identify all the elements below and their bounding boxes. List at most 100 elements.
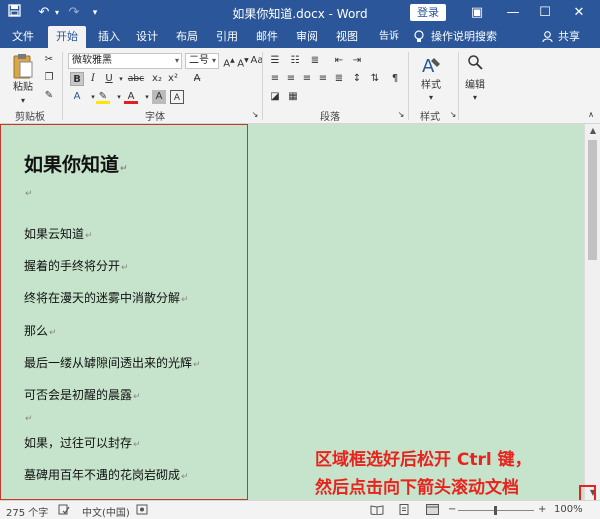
search-icon[interactable] [466,54,484,72]
show-marks-icon[interactable]: ¶ [388,72,402,86]
tab-references[interactable]: 引用 [212,26,242,48]
zoom-out-icon[interactable]: − [448,504,456,515]
zoom-level[interactable]: 100% [554,504,583,515]
word-count[interactable]: 275 个字 [6,504,48,519]
tab-layout[interactable]: 布局 [172,26,202,48]
doc-line[interactable]: 终将在漫天的迷雾中消散分解↵ [24,289,189,306]
language-indicator[interactable]: 中文(中国) [82,504,130,519]
paste-icon[interactable] [12,52,34,80]
distributed-icon[interactable]: ≣ [332,72,346,86]
line-text: 可否会是初醒的晨露 [24,388,133,402]
login-button[interactable]: 登录 [410,4,446,21]
collapse-ribbon-icon[interactable]: ∧ [584,108,598,122]
paragraph-mark: ↵ [133,392,141,402]
align-left-icon[interactable]: ≡ [268,72,282,86]
dialog-launcher-icon[interactable]: ↘ [248,108,262,122]
char-border-icon[interactable]: A [170,90,184,104]
superscript-button[interactable]: x² [166,72,180,86]
clear-formatting-icon[interactable]: A̶ [190,72,204,86]
strikethrough-button[interactable]: abc [126,72,146,86]
doc-line[interactable]: ↵ [24,185,33,199]
scroll-thumb[interactable] [588,140,597,260]
document-canvas[interactable]: 如果你知道↵ ↵ 如果云知道↵ 握着的手终将分开↵ 终将在漫天的迷雾中消散分解↵… [0,124,584,500]
tab-tell-me[interactable]: 告诉我… [370,26,408,64]
scroll-up-arrow-icon[interactable]: ▲ [585,124,600,138]
paragraph-mark: ↵ [85,231,93,241]
editing-dropdown-icon[interactable]: ▾ [462,91,488,105]
sort-icon[interactable]: ⇅ [368,72,382,86]
paste-button[interactable]: 粘贴 [10,81,36,95]
tell-me-search[interactable]: 操作说明搜索 [430,26,498,48]
tab-mailings[interactable]: 邮件 [252,26,282,48]
undo-dropdown-icon[interactable]: ▾ [52,4,62,22]
decrease-indent-icon[interactable]: ⇤ [332,54,346,68]
bullets-icon[interactable]: ☰ [268,54,282,68]
font-name-value: 微软雅黑 [72,55,112,66]
doc-line[interactable]: 可否会是初醒的晨露↵ [24,386,141,403]
undo-icon[interactable]: ↶ [36,4,52,22]
align-center-icon[interactable]: ≡ [284,72,298,86]
styles-dropdown-icon[interactable]: ▾ [414,91,448,105]
macro-icon[interactable] [136,504,148,518]
font-color-icon[interactable]: A [124,90,138,104]
justify-icon[interactable]: ≡ [316,72,330,86]
styles-group-label: 样式 [420,112,440,123]
tab-insert[interactable]: 插入 [94,26,124,48]
grow-font-icon[interactable]: A▲ [222,54,236,69]
paragraph-mark: ↵ [49,328,57,338]
doc-line[interactable]: 那么↵ [24,322,57,339]
tab-review[interactable]: 审阅 [292,26,322,48]
tab-view[interactable]: 视图 [332,26,362,48]
bold-button[interactable]: B [70,72,84,86]
dialog-launcher-icon[interactable]: ↘ [394,108,408,122]
read-mode-icon[interactable] [370,504,384,518]
redo-icon[interactable]: ↷ [66,4,82,22]
ribbon-display-options-icon[interactable]: ▣ [462,2,492,24]
text-effects-icon[interactable]: A [70,90,84,104]
doc-line[interactable]: 墓碑用百年不遇的花岗岩砌成↵ [24,466,189,483]
copy-icon[interactable]: ❐ [42,71,56,85]
line-spacing-icon[interactable]: ↕ [350,72,364,86]
char-shading-icon[interactable]: A [152,90,166,104]
shading-icon[interactable]: ◪ [268,90,282,104]
title-bar: ↶ ▾ ↷ ▾ 如果你知道.docx - Word 登录 ▣ — ☐ ✕ [0,0,600,26]
subscript-button[interactable]: x₂ [150,72,164,86]
cut-icon[interactable]: ✂ [42,53,56,67]
save-icon[interactable] [6,4,22,22]
tab-design[interactable]: 设计 [132,26,162,48]
zoom-in-icon[interactable]: + [538,504,546,515]
zoom-slider-thumb[interactable] [494,506,497,515]
doc-line[interactable]: 如果云知道↵ [24,225,93,242]
print-layout-icon[interactable] [398,504,410,518]
proofing-icon[interactable] [58,504,70,518]
minimize-icon[interactable]: — [498,2,528,24]
italic-button[interactable]: I [86,72,100,86]
borders-icon[interactable]: ▦ [286,90,300,104]
doc-line[interactable]: 如果，过往可以封存↵ [24,434,141,451]
share-button[interactable]: 共享 [555,26,583,48]
format-painter-icon[interactable]: ✎ [42,89,56,103]
customize-quick-access-icon[interactable]: ▾ [88,4,102,22]
tab-home[interactable]: 开始 [48,26,86,48]
web-layout-icon[interactable] [426,504,439,518]
vertical-scrollbar[interactable]: ▲ ▼ [584,124,600,500]
doc-line[interactable]: ↵ [24,410,33,424]
increase-indent-icon[interactable]: ⇥ [350,54,364,68]
tab-file[interactable]: 文件 [6,26,40,48]
document-heading[interactable]: 如果你知道↵ [24,150,128,177]
multilevel-list-icon[interactable]: ≣ [308,54,322,68]
paragraph-mark: ↵ [181,472,189,482]
numbering-icon[interactable]: ☷ [288,54,302,68]
doc-line[interactable]: 握着的手终将分开↵ [24,257,129,274]
group-divider [408,52,409,120]
close-icon[interactable]: ✕ [564,2,594,24]
doc-line[interactable]: 最后一缕从罅隙间透出来的光辉↵ [24,354,201,371]
paste-dropdown-icon[interactable]: ▾ [10,94,36,108]
shrink-font-icon[interactable]: A▼ [236,54,250,69]
font-size-combo[interactable]: 二号 ▾ [185,53,219,69]
align-right-icon[interactable]: ≡ [300,72,314,86]
font-name-combo[interactable]: 微软雅黑 ▾ [68,53,182,69]
maximize-icon[interactable]: ☐ [530,2,560,24]
styles-icon[interactable]: A [420,54,442,77]
highlight-icon[interactable]: ✎ [96,90,110,104]
